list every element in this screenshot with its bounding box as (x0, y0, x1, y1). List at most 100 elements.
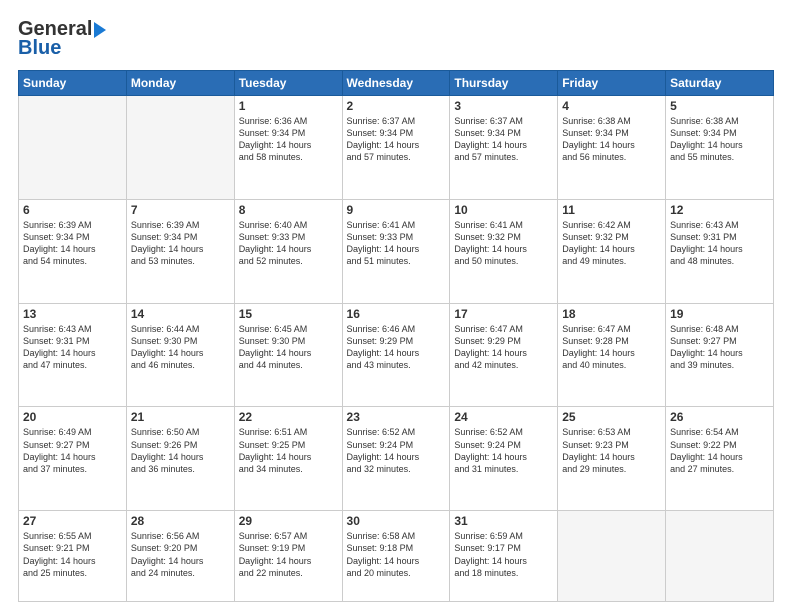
day-header-wednesday: Wednesday (342, 71, 450, 96)
week-row-3: 13 Sunrise: 6:43 AM Sunset: 9:31 PM Dayli… (19, 303, 774, 407)
day-number: 18 (562, 307, 661, 321)
day-number: 27 (23, 514, 122, 528)
page: General Blue SundayMondayTuesdayWednesda… (0, 0, 792, 612)
week-row-5: 27Sunrise: 6:55 AM Sunset: 9:21 PM Dayli… (19, 511, 774, 602)
cell-info: Sunrise: 6:49 AM Sunset: 9:27 PM Dayligh… (23, 426, 122, 475)
calendar-cell: 20 Sunrise: 6:49 AM Sunset: 9:27 PM Dayli… (19, 407, 127, 511)
calendar-cell: 7 Sunrise: 6:39 AM Sunset: 9:34 PM Daylig… (126, 199, 234, 303)
cell-info: Sunrise: 6:56 AM Sunset: 9:20 PM Dayligh… (131, 530, 230, 579)
calendar-cell: 8Sunrise: 6:40 AM Sunset: 9:33 PM Daylig… (234, 199, 342, 303)
calendar-cell: 25 Sunrise: 6:53 AM Sunset: 9:23 PM Dayli… (558, 407, 666, 511)
calendar-cell: 23 Sunrise: 6:52 AM Sunset: 9:24 PM Dayli… (342, 407, 450, 511)
calendar-cell: 10 Sunrise: 6:41 AM Sunset: 9:32 PM Dayli… (450, 199, 558, 303)
week-row-2: 6 Sunrise: 6:39 AM Sunset: 9:34 PM Daylig… (19, 199, 774, 303)
day-number: 12 (670, 203, 769, 217)
cell-info: Sunrise: 6:37 AM Sunset: 9:34 PM Dayligh… (347, 115, 446, 164)
calendar-cell: 26 Sunrise: 6:54 AM Sunset: 9:22 PM Dayli… (666, 407, 774, 511)
day-header-monday: Monday (126, 71, 234, 96)
cell-info: Sunrise: 6:36 AM Sunset: 9:34 PM Dayligh… (239, 115, 338, 164)
day-number: 8 (239, 203, 338, 217)
day-number: 25 (562, 410, 661, 424)
day-header-sunday: Sunday (19, 71, 127, 96)
day-number: 5 (670, 99, 769, 113)
calendar-cell: 14 Sunrise: 6:44 AM Sunset: 9:30 PM Dayli… (126, 303, 234, 407)
cell-info: Sunrise: 6:53 AM Sunset: 9:23 PM Dayligh… (562, 426, 661, 475)
cell-info: Sunrise: 6:58 AM Sunset: 9:18 PM Dayligh… (347, 530, 446, 579)
day-number: 30 (347, 514, 446, 528)
calendar-cell: 31 Sunrise: 6:59 AM Sunset: 9:17 PM Dayli… (450, 511, 558, 602)
day-number: 20 (23, 410, 122, 424)
cell-info: Sunrise: 6:54 AM Sunset: 9:22 PM Dayligh… (670, 426, 769, 475)
day-number: 23 (347, 410, 446, 424)
calendar-cell: 18 Sunrise: 6:47 AM Sunset: 9:28 PM Dayli… (558, 303, 666, 407)
week-row-1: 1 Sunrise: 6:36 AM Sunset: 9:34 PM Daylig… (19, 96, 774, 200)
logo-blue-text: Blue (18, 37, 61, 60)
cell-info: Sunrise: 6:57 AM Sunset: 9:19 PM Dayligh… (239, 530, 338, 579)
calendar-cell: 12 Sunrise: 6:43 AM Sunset: 9:31 PM Dayli… (666, 199, 774, 303)
day-number: 10 (454, 203, 553, 217)
logo-arrow-icon (94, 22, 106, 38)
cell-info: Sunrise: 6:43 AM Sunset: 9:31 PM Dayligh… (23, 323, 122, 372)
day-number: 28 (131, 514, 230, 528)
day-number: 13 (23, 307, 122, 321)
calendar-cell: 27Sunrise: 6:55 AM Sunset: 9:21 PM Dayli… (19, 511, 127, 602)
cell-info: Sunrise: 6:37 AM Sunset: 9:34 PM Dayligh… (454, 115, 553, 164)
cell-info: Sunrise: 6:38 AM Sunset: 9:34 PM Dayligh… (670, 115, 769, 164)
day-number: 22 (239, 410, 338, 424)
day-number: 7 (131, 203, 230, 217)
cell-info: Sunrise: 6:41 AM Sunset: 9:32 PM Dayligh… (454, 219, 553, 268)
day-header-tuesday: Tuesday (234, 71, 342, 96)
cell-info: Sunrise: 6:52 AM Sunset: 9:24 PM Dayligh… (454, 426, 553, 475)
calendar-cell (19, 96, 127, 200)
day-number: 29 (239, 514, 338, 528)
calendar-cell: 22Sunrise: 6:51 AM Sunset: 9:25 PM Dayli… (234, 407, 342, 511)
calendar-cell: 19 Sunrise: 6:48 AM Sunset: 9:27 PM Dayli… (666, 303, 774, 407)
day-number: 16 (347, 307, 446, 321)
calendar-cell: 29 Sunrise: 6:57 AM Sunset: 9:19 PM Dayli… (234, 511, 342, 602)
cell-info: Sunrise: 6:44 AM Sunset: 9:30 PM Dayligh… (131, 323, 230, 372)
day-number: 26 (670, 410, 769, 424)
calendar-cell: 13 Sunrise: 6:43 AM Sunset: 9:31 PM Dayli… (19, 303, 127, 407)
cell-info: Sunrise: 6:59 AM Sunset: 9:17 PM Dayligh… (454, 530, 553, 579)
calendar-cell: 2 Sunrise: 6:37 AM Sunset: 9:34 PM Daylig… (342, 96, 450, 200)
day-number: 31 (454, 514, 553, 528)
calendar-cell (558, 511, 666, 602)
day-number: 1 (239, 99, 338, 113)
day-header-thursday: Thursday (450, 71, 558, 96)
cell-info: Sunrise: 6:48 AM Sunset: 9:27 PM Dayligh… (670, 323, 769, 372)
calendar-cell: 30 Sunrise: 6:58 AM Sunset: 9:18 PM Dayli… (342, 511, 450, 602)
calendar-cell: 16 Sunrise: 6:46 AM Sunset: 9:29 PM Dayli… (342, 303, 450, 407)
cell-info: Sunrise: 6:47 AM Sunset: 9:29 PM Dayligh… (454, 323, 553, 372)
day-number: 14 (131, 307, 230, 321)
day-number: 19 (670, 307, 769, 321)
day-number: 21 (131, 410, 230, 424)
cell-info: Sunrise: 6:50 AM Sunset: 9:26 PM Dayligh… (131, 426, 230, 475)
day-number: 17 (454, 307, 553, 321)
cell-info: Sunrise: 6:43 AM Sunset: 9:31 PM Dayligh… (670, 219, 769, 268)
calendar-cell: 1 Sunrise: 6:36 AM Sunset: 9:34 PM Daylig… (234, 96, 342, 200)
calendar: SundayMondayTuesdayWednesdayThursdayFrid… (18, 70, 774, 602)
cell-info: Sunrise: 6:47 AM Sunset: 9:28 PM Dayligh… (562, 323, 661, 372)
calendar-cell: 21 Sunrise: 6:50 AM Sunset: 9:26 PM Dayli… (126, 407, 234, 511)
day-number: 3 (454, 99, 553, 113)
calendar-cell (666, 511, 774, 602)
calendar-cell: 11Sunrise: 6:42 AM Sunset: 9:32 PM Dayli… (558, 199, 666, 303)
calendar-cell: 3 Sunrise: 6:37 AM Sunset: 9:34 PM Daylig… (450, 96, 558, 200)
day-number: 15 (239, 307, 338, 321)
day-header-saturday: Saturday (666, 71, 774, 96)
cell-info: Sunrise: 6:52 AM Sunset: 9:24 PM Dayligh… (347, 426, 446, 475)
cell-info: Sunrise: 6:41 AM Sunset: 9:33 PM Dayligh… (347, 219, 446, 268)
day-number: 11 (562, 203, 661, 217)
calendar-cell: 24 Sunrise: 6:52 AM Sunset: 9:24 PM Dayli… (450, 407, 558, 511)
day-number: 4 (562, 99, 661, 113)
day-number: 24 (454, 410, 553, 424)
calendar-cell: 17 Sunrise: 6:47 AM Sunset: 9:29 PM Dayli… (450, 303, 558, 407)
day-number: 6 (23, 203, 122, 217)
day-number: 9 (347, 203, 446, 217)
day-number: 2 (347, 99, 446, 113)
cell-info: Sunrise: 6:45 AM Sunset: 9:30 PM Dayligh… (239, 323, 338, 372)
cell-info: Sunrise: 6:46 AM Sunset: 9:29 PM Dayligh… (347, 323, 446, 372)
cell-info: Sunrise: 6:39 AM Sunset: 9:34 PM Dayligh… (131, 219, 230, 268)
calendar-cell: 5 Sunrise: 6:38 AM Sunset: 9:34 PM Daylig… (666, 96, 774, 200)
day-header-friday: Friday (558, 71, 666, 96)
